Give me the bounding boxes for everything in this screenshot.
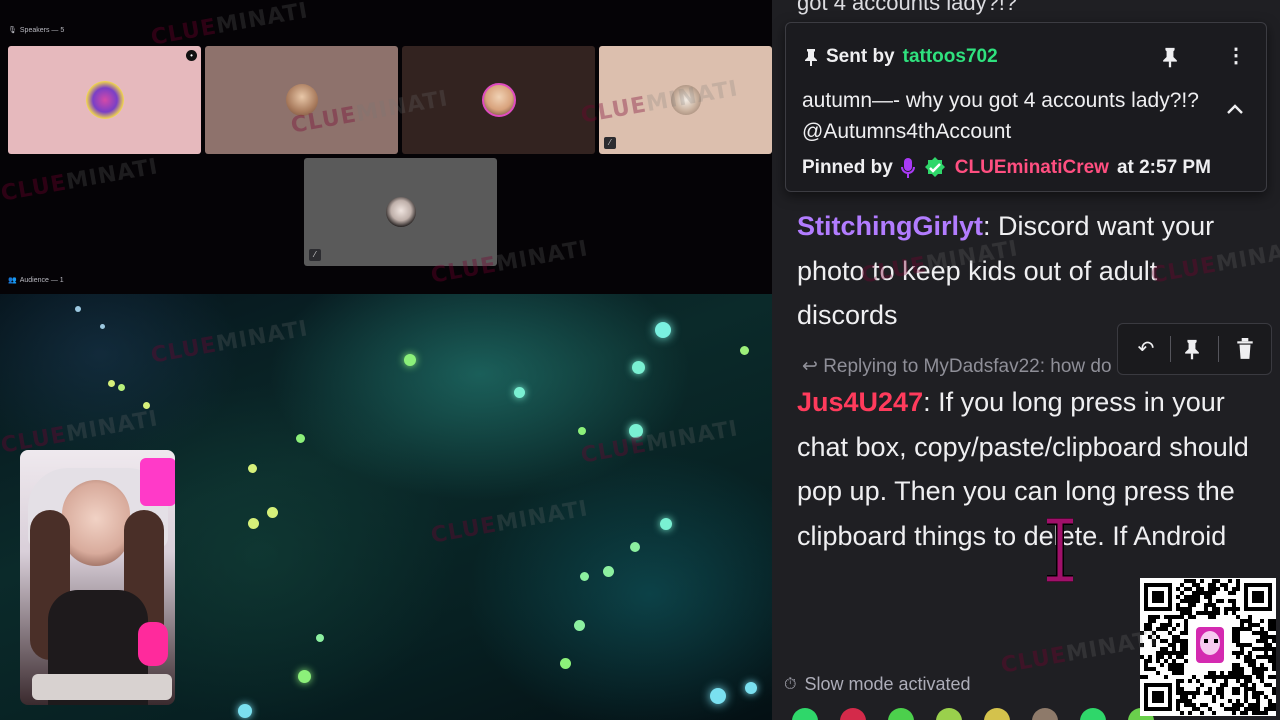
particle [710, 688, 726, 704]
particle [108, 380, 115, 387]
clock-icon: ⏱ [784, 675, 797, 693]
pinned-by-username[interactable]: CLUEminatiCrew [955, 157, 1109, 179]
pinned-message-card[interactable]: Sent by tattoos702 ⋮ autumn—- why you go… [785, 22, 1267, 192]
verified-badge-icon [924, 157, 945, 177]
text-cursor-icon [1047, 518, 1073, 582]
avatar [670, 85, 701, 115]
particle [238, 704, 252, 718]
webcam-overlay [20, 450, 175, 705]
clipped-chat-message: got 4 accounts lady?!? [797, 0, 1018, 15]
pinned-message-text: autumn—- why you got 4 accounts lady?!? … [802, 89, 1199, 143]
audience-section-label: 👥 Audience — 1 [8, 276, 64, 285]
divider [1170, 336, 1171, 362]
avatar [285, 84, 318, 116]
particle [603, 566, 614, 577]
reply-context-text: Replying to MyDadsfav22: how do [823, 356, 1112, 377]
particle [118, 384, 125, 391]
chat-message: Jus4U247: If you long press in your chat… [797, 387, 1249, 551]
particle [632, 361, 645, 374]
delete-icon[interactable] [1236, 338, 1254, 360]
particle [75, 306, 81, 312]
desk-item [32, 674, 172, 700]
speaker-tile[interactable]: ⁄ [304, 158, 497, 266]
chat-message: StitchingGirlyt: Discord want your photo… [797, 211, 1215, 330]
reply-icon[interactable]: ↶ [1133, 336, 1159, 362]
sent-by-username[interactable]: tattoos702 [903, 46, 998, 68]
muted-mic-icon: ⁄ [309, 249, 321, 261]
particle [578, 427, 586, 435]
avatar [385, 197, 416, 227]
pinned-time: at 2:57 PM [1116, 157, 1211, 178]
emote[interactable] [1080, 708, 1106, 720]
particle [740, 346, 749, 355]
qr-code [1140, 578, 1276, 716]
stage-area: 🎙 Speakers — 5 • ⁄ ⁄ 👥 Audience — 1 [0, 0, 772, 720]
face [62, 480, 130, 566]
speaker-tile[interactable]: • [8, 46, 201, 154]
emote[interactable] [792, 708, 818, 720]
slow-mode-notice: ⏱ Slow mode activated [784, 674, 971, 695]
avatar [481, 83, 516, 117]
particle [745, 682, 757, 694]
particle [100, 324, 105, 329]
particle [267, 507, 278, 518]
particle [296, 434, 305, 443]
emote[interactable] [984, 708, 1010, 720]
pin-message-icon[interactable] [1184, 337, 1200, 361]
audience-label: Audience — 1 [19, 276, 64, 284]
microphone-badge-icon [900, 158, 915, 178]
collapse-chevron-icon[interactable] [1226, 103, 1244, 115]
particle [560, 658, 571, 669]
sent-by-prefix: Sent by [826, 46, 895, 67]
more-options-icon[interactable]: ⋮ [1226, 43, 1246, 67]
emote-row [792, 708, 1154, 720]
logo-sign [140, 458, 175, 506]
emote[interactable] [936, 708, 962, 720]
options-icon[interactable]: • [186, 50, 197, 61]
particle [660, 518, 672, 530]
unpin-icon[interactable] [1162, 46, 1178, 68]
slow-mode-text: Slow mode activated [804, 674, 971, 694]
pinned-sent-by: Sent by tattoos702 [804, 46, 998, 68]
particle [580, 572, 589, 581]
microphone [138, 622, 168, 666]
speaker-tile[interactable] [205, 46, 398, 154]
particle [574, 620, 585, 631]
emote[interactable] [888, 708, 914, 720]
emote[interactable] [840, 708, 866, 720]
particle [629, 424, 643, 438]
pinned-by-line: Pinned by CLUEminatiCrew at 2:57 PM [802, 156, 1211, 180]
pinned-by-prefix: Pinned by [802, 157, 893, 178]
reply-context[interactable]: ↩ Replying to MyDadsfav22: how do [802, 355, 1112, 378]
particle [655, 322, 671, 338]
chat-username[interactable]: Jus4U247 [797, 387, 923, 417]
emote[interactable] [1032, 708, 1058, 720]
particle [514, 387, 525, 398]
particle [143, 402, 150, 409]
divider [1218, 336, 1219, 362]
particle [316, 634, 324, 642]
microphone-icon: 🎙 [8, 27, 17, 34]
particle [298, 670, 311, 683]
particle [404, 354, 416, 366]
message-actions-bar: ↶ [1117, 323, 1272, 375]
particle [248, 518, 259, 529]
speakers-section-label: 🎙 Speakers — 5 [8, 26, 65, 35]
reply-arrow-icon: ↩ [802, 356, 818, 377]
pin-icon [805, 49, 817, 66]
people-icon: 👥 [8, 277, 17, 284]
particle [630, 542, 640, 552]
particle [248, 464, 257, 473]
avatar [85, 81, 124, 119]
speaker-tile[interactable]: ⁄ [599, 46, 772, 154]
chat-username[interactable]: StitchingGirlyt [797, 211, 983, 241]
muted-mic-icon: ⁄ [604, 137, 616, 149]
speaker-tile[interactable] [402, 46, 595, 154]
speakers-label: Speakers — 5 [19, 26, 65, 34]
